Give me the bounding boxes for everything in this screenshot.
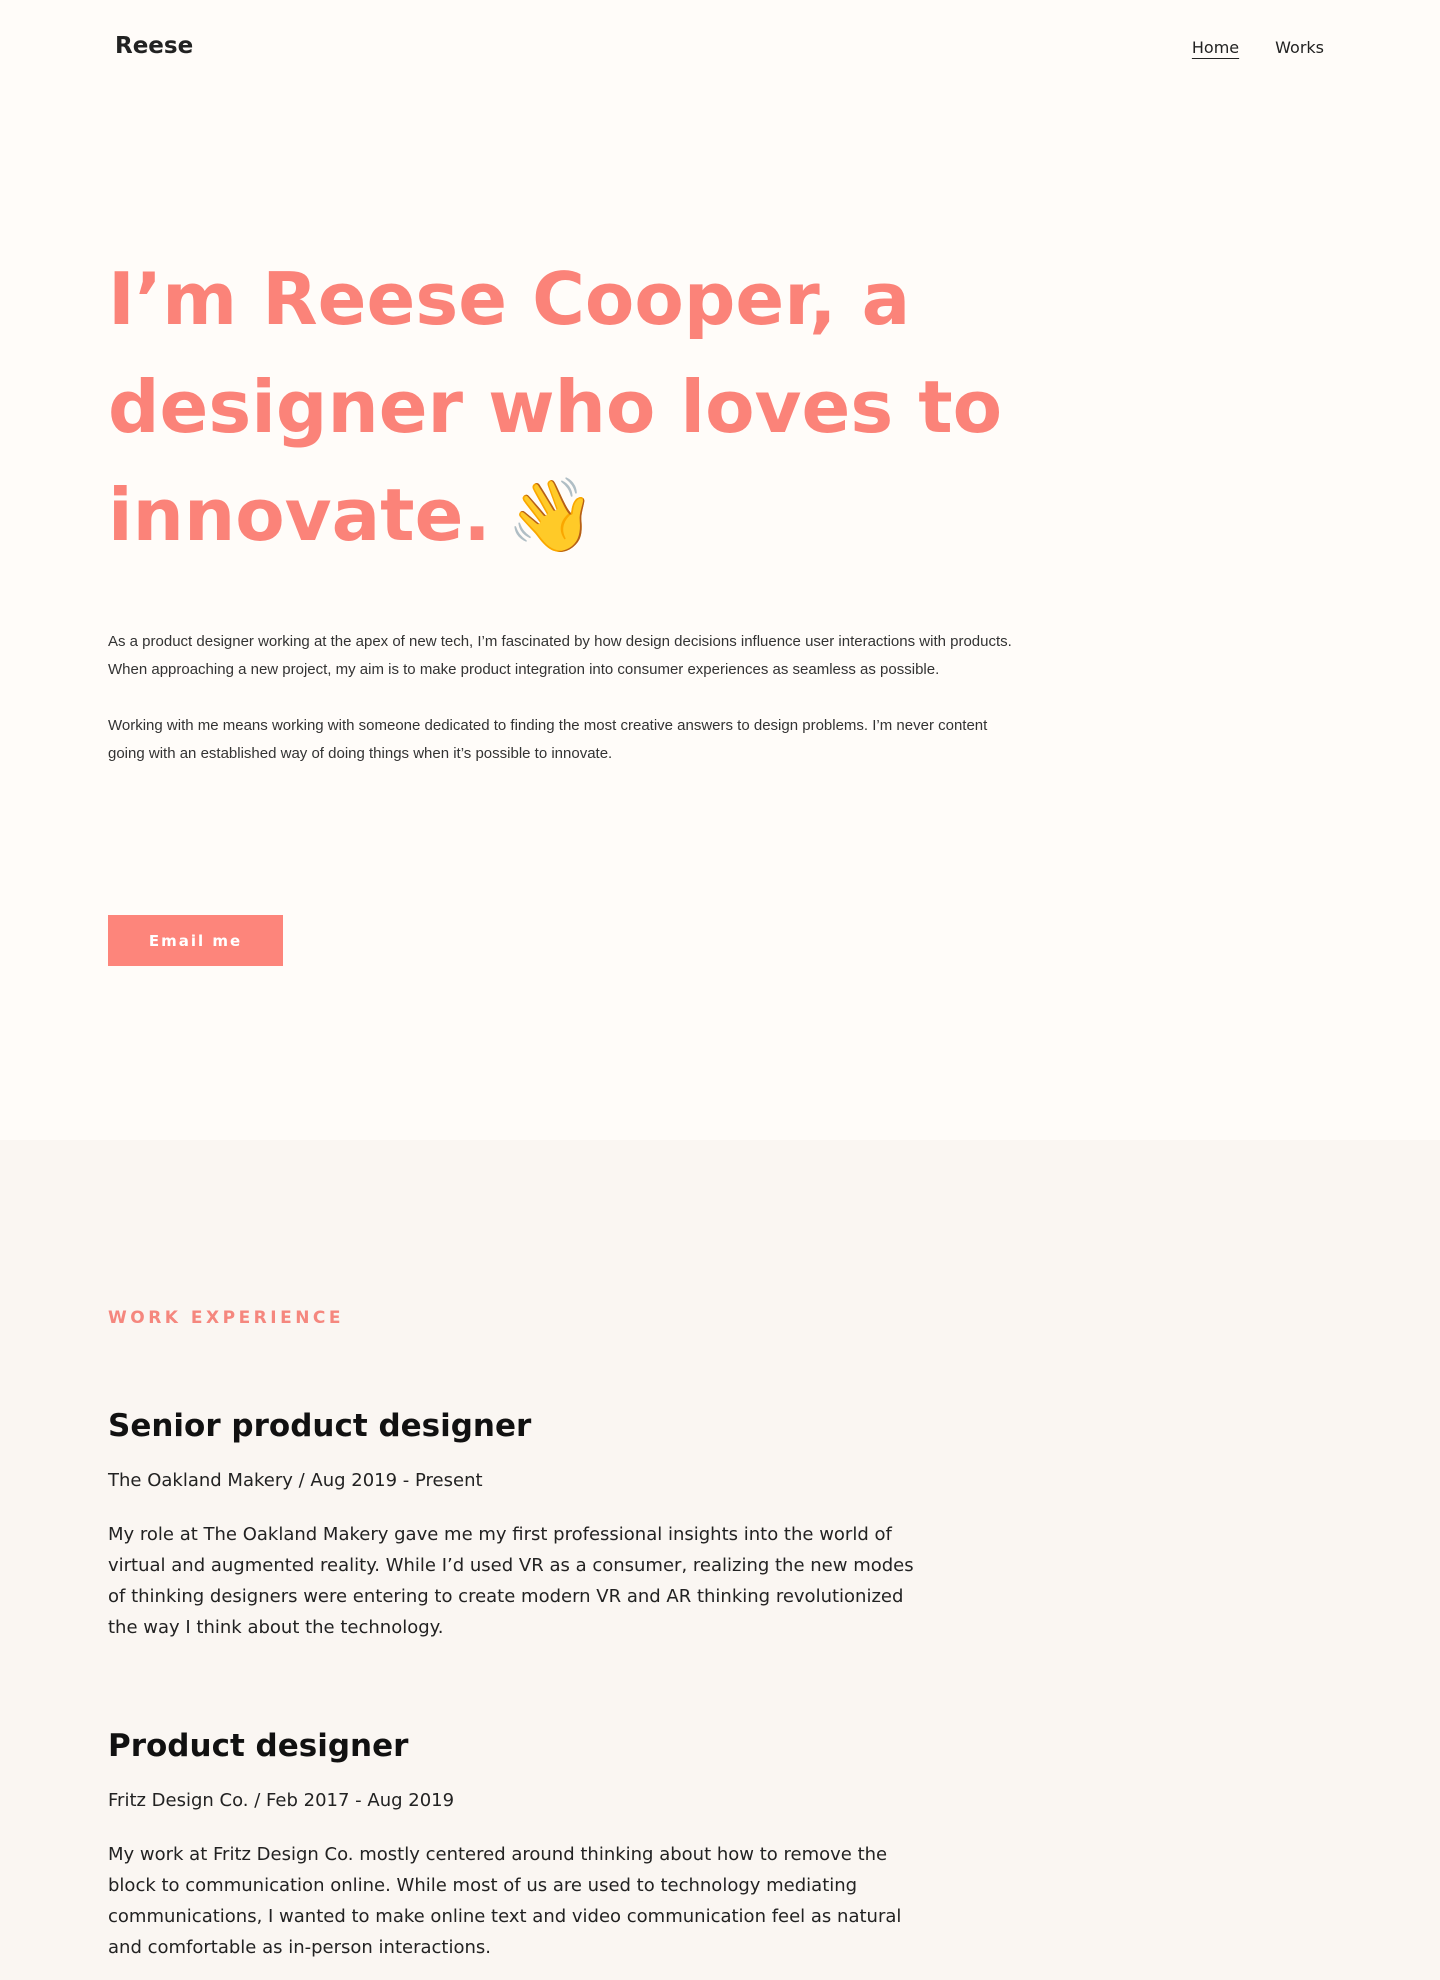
job-description: My work at Fritz Design Co. mostly cente… bbox=[108, 1844, 902, 1958]
job-title: Senior product designer bbox=[108, 1408, 532, 1444]
section-label: WORK EXPERIENCE bbox=[108, 1308, 345, 1328]
brand-logo-link[interactable]: Reese bbox=[115, 33, 193, 59]
job-meta: The Oakland Makery / Aug 2019 - Present bbox=[108, 1470, 483, 1491]
hero-title-line-1: I’m Reese Cooper, a bbox=[108, 257, 911, 341]
nav-item-home[interactable]: Home bbox=[1192, 38, 1239, 57]
job-description: My role at The Oakland Makery gave me my… bbox=[108, 1524, 914, 1638]
intro-text: As a product designer working at the ape… bbox=[108, 628, 1018, 796]
main-nav: Home Works bbox=[1192, 38, 1324, 57]
hero-title-line-2: designer who loves to bbox=[108, 365, 1003, 449]
page: Reese Home Works I’m Reese Cooper, a des… bbox=[0, 0, 1440, 1980]
site-header: Reese Home Works bbox=[0, 0, 1440, 100]
hero-section: I’m Reese Cooper, a designer who loves t… bbox=[108, 245, 1088, 569]
email-me-button[interactable]: Email me bbox=[108, 915, 283, 966]
job-title: Product designer bbox=[108, 1728, 409, 1764]
intro-paragraph-2: Working with me means working with someo… bbox=[108, 717, 988, 762]
job-meta: Fritz Design Co. / Feb 2017 - Aug 2019 bbox=[108, 1790, 455, 1811]
work-experience-section: WORK EXPERIENCE Senior product designer … bbox=[0, 1140, 1440, 1980]
waving-hand-icon: 👋 bbox=[506, 473, 597, 557]
hero-title: I’m Reese Cooper, a designer who loves t… bbox=[108, 245, 1088, 569]
hero-title-line-3: innovate. bbox=[108, 473, 491, 557]
nav-item-works[interactable]: Works bbox=[1275, 38, 1324, 57]
job-entry: Product designer Fritz Design Co. / Feb … bbox=[108, 1728, 928, 1963]
intro-paragraph-1: As a product designer working at the ape… bbox=[108, 633, 1012, 678]
job-entry: Senior product designer The Oakland Make… bbox=[108, 1408, 928, 1643]
